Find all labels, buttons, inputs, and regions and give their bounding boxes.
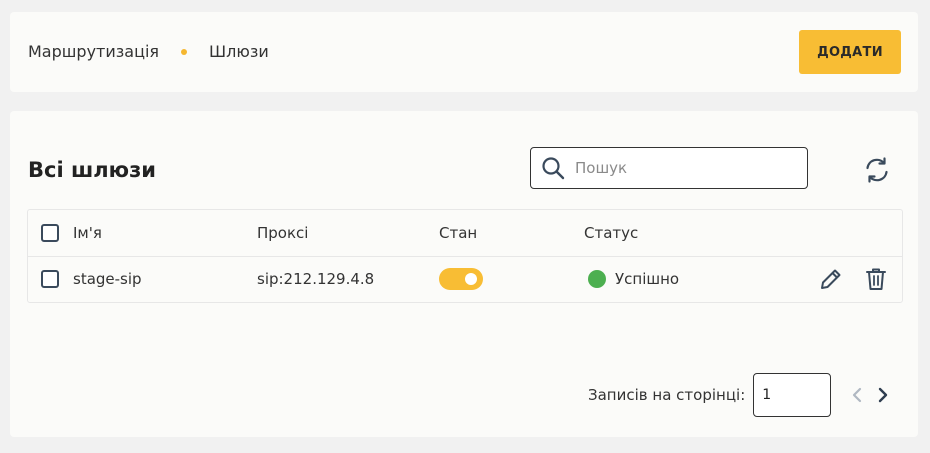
edit-button[interactable] bbox=[818, 256, 844, 302]
pencil-icon bbox=[821, 269, 841, 289]
gateways-card: Всі шлюзи Ім'я Проксі Стан Статус bbox=[10, 111, 918, 437]
rows-per-page-label: Записів на сторінці: bbox=[588, 386, 746, 404]
breadcrumb-parent[interactable]: Маршрутизація bbox=[28, 42, 159, 61]
page-title: Всі шлюзи bbox=[28, 158, 156, 182]
chevron-right-icon bbox=[879, 387, 888, 403]
pagination: Записів на сторінці: bbox=[588, 373, 893, 417]
row-name: stage-sip bbox=[73, 270, 142, 288]
toggle-knob bbox=[465, 273, 477, 285]
refresh-icon bbox=[866, 157, 888, 183]
row-state-cell bbox=[439, 256, 483, 302]
breadcrumb-current: Шлюзи bbox=[209, 42, 269, 61]
delete-button[interactable] bbox=[864, 256, 888, 302]
select-all-checkbox[interactable] bbox=[41, 224, 59, 242]
column-state-header[interactable]: Стан bbox=[439, 210, 477, 256]
row-status: Успішно bbox=[615, 270, 680, 288]
table-header-row: Ім'я Проксі Стан Статус bbox=[28, 210, 902, 257]
row-checkbox[interactable] bbox=[41, 270, 59, 288]
chevron-left-icon bbox=[853, 387, 862, 403]
column-name-header[interactable]: Ім'я bbox=[73, 210, 102, 256]
search-input[interactable] bbox=[573, 158, 787, 178]
table-row: stage-sip sip:212.129.4.8 Успішно bbox=[28, 256, 902, 302]
column-status-header[interactable]: Статус bbox=[584, 210, 638, 256]
next-page-button[interactable] bbox=[873, 385, 893, 405]
row-proxy: sip:212.129.4.8 bbox=[257, 270, 375, 288]
row-status-cell: Успішно bbox=[588, 256, 679, 302]
row-select-cell bbox=[41, 256, 59, 302]
search-box[interactable] bbox=[530, 147, 808, 189]
breadcrumb-separator bbox=[181, 48, 188, 55]
rows-per-page-input[interactable] bbox=[753, 373, 832, 417]
add-button[interactable]: ДОДАТИ bbox=[799, 30, 901, 74]
search-icon bbox=[542, 157, 565, 180]
column-proxy-header[interactable]: Проксі bbox=[257, 210, 308, 256]
trash-icon bbox=[866, 268, 886, 290]
breadcrumb: Маршрутизація Шлюзи bbox=[28, 42, 269, 61]
state-toggle[interactable] bbox=[439, 268, 483, 290]
prev-page-button[interactable] bbox=[847, 385, 867, 405]
header-card: Маршрутизація Шлюзи ДОДАТИ bbox=[10, 12, 918, 92]
refresh-button[interactable] bbox=[862, 155, 892, 185]
gateways-table: Ім'я Проксі Стан Статус stage-sip sip:21… bbox=[27, 209, 903, 303]
status-success-dot bbox=[588, 270, 606, 288]
select-all-cell bbox=[41, 210, 59, 256]
